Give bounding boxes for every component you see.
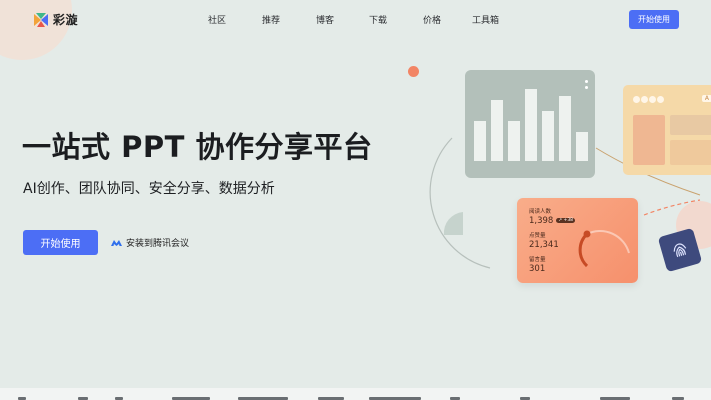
hero-title: 一站式 PPT 协作分享平台: [22, 130, 373, 164]
gauge-arc: [578, 230, 630, 268]
header-start-button[interactable]: 开始使用: [629, 10, 679, 29]
tencent-meeting-icon: [111, 239, 122, 246]
preview-block: [670, 140, 711, 165]
install-tencent-meeting-link[interactable]: 安装到腾讯会议: [111, 236, 189, 249]
nav-item-community[interactable]: 社区: [208, 13, 226, 26]
stat-reads-number: 1,398: [529, 216, 554, 226]
nav-item-recommend[interactable]: 推荐: [262, 13, 280, 26]
text-tool-icon: A: [701, 95, 711, 102]
hero-start-button[interactable]: 开始使用: [23, 230, 98, 255]
stat-comments: 留言量 301: [529, 255, 546, 274]
main-nav: 社区 推荐 博客 下载 价格 工具箱: [0, 13, 711, 27]
bar-6: [559, 96, 571, 161]
bar-5: [542, 111, 554, 161]
preview-block: [633, 115, 665, 165]
bar-3: [508, 121, 520, 161]
install-tencent-meeting-label: 安装到腾讯会议: [126, 239, 190, 249]
bar-1: [474, 121, 486, 161]
stat-comments-value: 301: [529, 264, 546, 274]
bar-4: [525, 89, 537, 161]
nav-item-blog[interactable]: 博客: [316, 13, 334, 26]
stat-likes: 点赞量 21,341: [529, 231, 559, 250]
nav-item-toolbox[interactable]: 工具箱: [472, 13, 499, 26]
bar-chart-card: [465, 70, 595, 178]
hero-illustration: A 阅读人数 1,398 ↗ +38 点赞量 21,341 留言量 301: [400, 55, 711, 305]
partner-logos-strip: [0, 388, 711, 400]
nav-item-download[interactable]: 下载: [369, 13, 387, 26]
stat-reads-label: 阅读人数: [529, 209, 552, 215]
preview-block: [670, 115, 711, 135]
stat-reads: 阅读人数 1,398 ↗ +38: [529, 207, 576, 226]
more-options-icon: [585, 80, 588, 92]
bar-7: [576, 132, 588, 161]
top-header: 彩漩 社区 推荐 博客 下载 价格 工具箱 开始使用: [0, 0, 711, 38]
fingerprint-icon: [673, 243, 687, 258]
stat-likes-value: 21,341: [529, 240, 559, 250]
avatar-group: [633, 96, 664, 103]
stat-likes-label: 点赞量: [529, 233, 546, 239]
nav-item-pricing[interactable]: 价格: [423, 13, 441, 26]
document-preview-card: A: [623, 85, 711, 175]
bar-2: [491, 100, 503, 161]
stat-comments-label: 留言量: [529, 257, 546, 263]
stat-reads-badge: ↗ +38: [556, 218, 576, 223]
hero-subtitle: AI创作、团队协同、安全分享、数据分析: [23, 181, 275, 197]
stats-card: 阅读人数 1,398 ↗ +38 点赞量 21,341 留言量 301: [517, 198, 638, 283]
stat-reads-value: 1,398 ↗ +38: [529, 216, 576, 226]
